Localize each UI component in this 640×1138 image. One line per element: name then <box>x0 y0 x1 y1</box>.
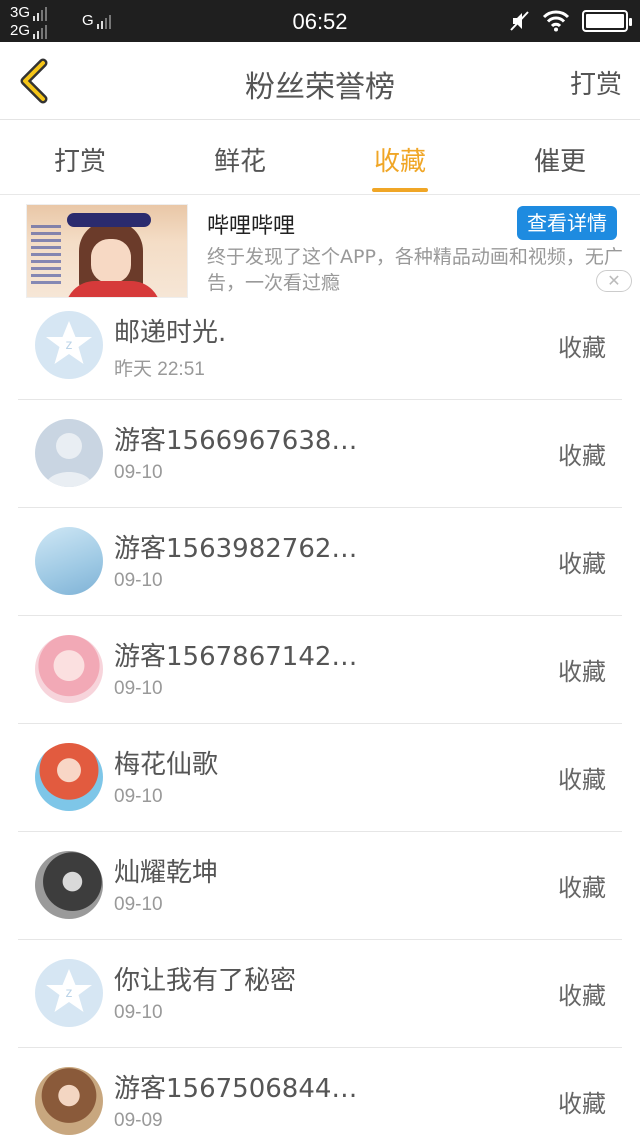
item-date: 09-10 <box>114 894 163 915</box>
user-name: 游客1566967638… <box>114 426 358 456</box>
mute-icon <box>510 11 529 31</box>
user-name: 你让我有了秘密 <box>114 966 297 996</box>
action-label: 收藏 <box>558 550 606 578</box>
tab-favorites[interactable]: 收藏 <box>320 121 480 194</box>
action-label: 收藏 <box>558 658 606 686</box>
item-date: 09-10 <box>114 570 163 591</box>
action-label: 收藏 <box>558 982 606 1010</box>
ad-banner[interactable]: 哔哩哔哩 查看详情 终于发现了这个APP，各种精品动画和视频，无广告，一次看过瘾… <box>0 196 640 300</box>
top-nav-bar: 粉丝荣誉榜 打赏 <box>0 42 640 120</box>
tab-urge-update[interactable]: 催更 <box>480 121 640 194</box>
action-label: 收藏 <box>558 334 606 362</box>
action-label: 收藏 <box>558 442 606 470</box>
user-name: 灿耀乾坤 <box>114 858 219 888</box>
svg-text:z: z <box>66 336 73 352</box>
list-item[interactable]: z 你让我有了秘密 09-10 收藏 <box>18 940 622 1048</box>
fan-list: z 邮递时光. 昨天 22:51 收藏 游客1566967638… 09-10 … <box>0 292 640 1138</box>
close-icon[interactable]: ✕ <box>596 270 632 292</box>
tab-reward[interactable]: 打赏 <box>0 121 160 194</box>
tab-bar: 打赏 鲜花 收藏 催更 <box>0 121 640 195</box>
item-date: 昨天 22:51 <box>114 359 205 380</box>
default-avatar-icon[interactable]: z <box>35 311 103 379</box>
ad-description: 终于发现了这个APP，各种精品动画和视频，无广告，一次看过瘾 <box>207 246 623 294</box>
status-bar: 3G 2G G 06:52 <box>0 0 640 42</box>
list-item[interactable]: 梅花仙歌 09-10 收藏 <box>18 724 622 832</box>
wifi-icon <box>542 10 570 32</box>
user-avatar[interactable] <box>35 1067 103 1135</box>
user-avatar[interactable] <box>35 851 103 919</box>
list-item[interactable]: 灿耀乾坤 09-10 收藏 <box>18 832 622 940</box>
view-details-button[interactable]: 查看详情 <box>517 206 617 240</box>
user-name: 游客1567506844… <box>114 1074 358 1104</box>
list-item[interactable]: 游客1567506844… 09-09 收藏 <box>18 1048 622 1138</box>
user-name: 游客1563982762… <box>114 534 358 564</box>
user-avatar[interactable] <box>35 743 103 811</box>
action-label: 收藏 <box>558 1090 606 1118</box>
item-date: 09-09 <box>114 1110 163 1131</box>
item-date: 09-10 <box>114 462 163 483</box>
user-name: 游客1567867142… <box>114 642 358 672</box>
item-date: 09-10 <box>114 1002 163 1023</box>
item-date: 09-10 <box>114 786 163 807</box>
person-avatar-icon[interactable] <box>35 419 103 487</box>
ad-image[interactable] <box>26 204 188 298</box>
battery-icon <box>582 10 632 32</box>
page-title: 粉丝荣誉榜 <box>245 70 395 105</box>
action-label: 收藏 <box>558 874 606 902</box>
user-avatar[interactable] <box>35 527 103 595</box>
svg-text:z: z <box>66 984 73 1000</box>
list-item[interactable]: z 邮递时光. 昨天 22:51 收藏 <box>18 292 622 400</box>
reward-button[interactable]: 打赏 <box>570 64 622 101</box>
list-item[interactable]: 游客1563982762… 09-10 收藏 <box>18 508 622 616</box>
list-item[interactable]: 游客1567867142… 09-10 收藏 <box>18 616 622 724</box>
user-name: 梅花仙歌 <box>114 750 219 780</box>
user-avatar[interactable] <box>35 635 103 703</box>
action-label: 收藏 <box>558 766 606 794</box>
default-avatar-icon[interactable]: z <box>35 959 103 1027</box>
ad-app-name: 哔哩哔哩 <box>207 214 296 239</box>
user-name: 邮递时光. <box>114 318 227 348</box>
list-item[interactable]: 游客1566967638… 09-10 收藏 <box>18 400 622 508</box>
tab-flowers[interactable]: 鲜花 <box>160 121 320 194</box>
item-date: 09-10 <box>114 678 163 699</box>
